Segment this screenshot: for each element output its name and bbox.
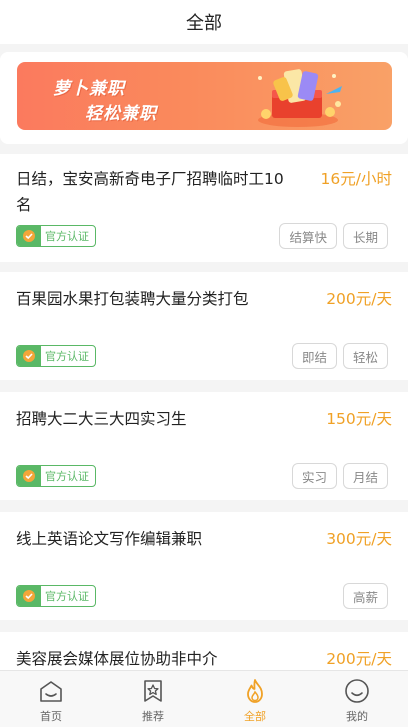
- top-header: 全部: [0, 0, 408, 44]
- job-tags: 即结 轻松: [291, 343, 388, 369]
- star-icon: [144, 680, 162, 702]
- bottom-tab-bar: 首页 推荐 全部 我的: [0, 670, 408, 727]
- job-card[interactable]: 美容展会媒体展位协助非中介 200元/天: [0, 632, 408, 672]
- verified-badge: 官方认证: [16, 225, 96, 247]
- job-tag: 长期: [342, 223, 388, 249]
- verified-label: 官方认证: [45, 590, 89, 603]
- verified-label: 官方认证: [45, 350, 89, 363]
- check-shield-icon: [17, 586, 41, 606]
- tab-profile[interactable]: 我的: [306, 671, 408, 727]
- flame-icon: [247, 679, 263, 703]
- page-title: 全部: [186, 13, 222, 34]
- job-tags: 结算快 长期: [279, 223, 388, 249]
- job-title-line: 名: [16, 196, 32, 214]
- banner-title: 萝卜兼职: [53, 79, 125, 99]
- job-title: 百果园水果打包装聘大量分类打包: [16, 290, 249, 308]
- job-tags: 高薪: [342, 583, 388, 609]
- check-shield-icon: [17, 226, 41, 246]
- profile-icon: [345, 679, 369, 703]
- banner-subtitle: 轻松兼职: [85, 104, 157, 124]
- job-salary: 16元/小时: [320, 170, 392, 188]
- tab-label: 推荐: [142, 710, 164, 723]
- check-shield-icon: [17, 346, 41, 366]
- job-tag: 实习: [291, 463, 337, 489]
- job-tag: 结算快: [279, 223, 337, 249]
- banner-section: 萝卜兼职 轻松兼职: [0, 52, 408, 144]
- verified-badge: 官方认证: [16, 585, 96, 607]
- job-tag: 高薪: [342, 583, 388, 609]
- job-tag: 即结: [291, 343, 337, 369]
- job-card[interactable]: 招聘大二大三大四实习生 150元/天 官方认证 实习 月结: [0, 392, 408, 500]
- job-tag: 轻松: [342, 343, 388, 369]
- job-card[interactable]: 线上英语论文写作编辑兼职 300元/天 官方认证 高薪: [0, 512, 408, 620]
- job-title: 线上英语论文写作编辑兼职: [16, 530, 203, 548]
- verified-badge: 官方认证: [16, 465, 96, 487]
- tab-home[interactable]: 首页: [0, 671, 102, 727]
- job-title-line: 日结，宝安高新奇电子厂招聘临时工10: [16, 170, 284, 188]
- job-tag: 月结: [342, 463, 388, 489]
- job-card[interactable]: 百果园水果打包装聘大量分类打包 200元/天 官方认证 即结 轻松: [0, 272, 408, 380]
- tab-recommend[interactable]: 推荐: [102, 671, 204, 727]
- verified-label: 官方认证: [45, 230, 89, 243]
- check-shield-icon: [17, 466, 41, 486]
- tab-label: 全部: [244, 710, 266, 723]
- job-salary: 200元/天: [326, 290, 392, 308]
- tab-all[interactable]: 全部: [204, 671, 306, 727]
- job-title: 美容展会媒体展位协助非中介: [16, 650, 218, 668]
- promo-banner[interactable]: 萝卜兼职 轻松兼职: [17, 62, 392, 130]
- tab-label: 我的: [346, 710, 368, 723]
- phone-coins-illustration-icon: [258, 69, 342, 127]
- job-salary: 200元/天: [326, 650, 392, 668]
- verified-badge: 官方认证: [16, 345, 96, 367]
- job-card[interactable]: 日结，宝安高新奇电子厂招聘临时工10 名 16元/小时 官方认证 结算快 长期: [0, 154, 408, 262]
- job-tags: 实习 月结: [291, 463, 388, 489]
- tab-label: 首页: [40, 710, 62, 723]
- job-salary: 150元/天: [326, 410, 392, 428]
- job-title: 招聘大二大三大四实习生: [16, 410, 187, 428]
- verified-label: 官方认证: [45, 470, 89, 483]
- job-title: 日结，宝安高新奇电子厂招聘临时工10 名: [16, 166, 284, 218]
- job-salary: 300元/天: [326, 530, 392, 548]
- home-icon: [40, 681, 62, 702]
